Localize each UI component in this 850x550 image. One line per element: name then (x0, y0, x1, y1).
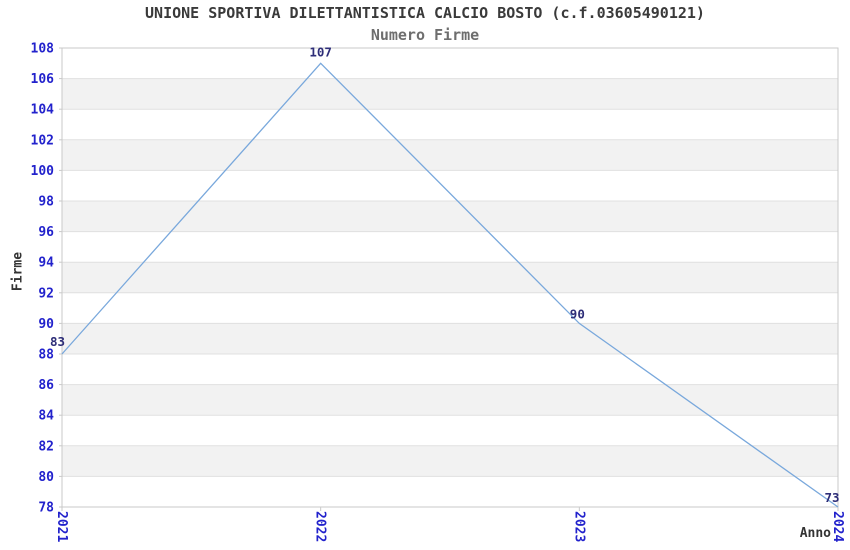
point-value-label: 83 (50, 334, 65, 349)
y-tick-label: 108 (31, 42, 55, 57)
plot-band (62, 78, 838, 110)
y-tick-label: 86 (38, 378, 54, 393)
x-tick-label: 2021 (54, 511, 69, 542)
y-tick-label: 90 (38, 317, 54, 332)
point-value-label: 107 (309, 44, 332, 59)
y-tick-label: 84 (38, 409, 54, 424)
y-tick-label: 100 (31, 164, 55, 179)
chart-page: { "header": { "title": "UNIONE SPORTIVA … (0, 0, 850, 550)
y-tick-label: 78 (38, 501, 54, 516)
y-tick-label: 94 (38, 256, 54, 271)
line-chart-plot: 78 80 82 84 86 88 90 92 94 96 98 100 102 104 106 108 202… (31, 42, 845, 543)
y-tick-label: 102 (31, 133, 54, 148)
x-tick-label: 2022 (313, 511, 328, 542)
y-tick-label: 80 (38, 470, 54, 485)
x-tick-label: 2023 (571, 511, 586, 542)
y-tick-label: 98 (38, 195, 54, 210)
plot-band (62, 384, 838, 416)
plot-band (62, 445, 838, 477)
x-tick-label: 2024 (830, 511, 845, 542)
y-tick-label: 104 (31, 103, 55, 118)
y-tick-label: 96 (38, 225, 54, 240)
plot-band (62, 139, 838, 171)
point-value-label: 73 (824, 490, 839, 505)
y-tick-label: 88 (38, 348, 54, 363)
plot-band (62, 262, 838, 293)
y-tick-label: 106 (31, 72, 55, 87)
y-tick-label: 82 (38, 439, 54, 454)
plot-band (62, 323, 838, 354)
y-tick-label: 92 (38, 286, 54, 301)
point-value-label: 90 (570, 306, 585, 321)
plot-band (62, 201, 838, 232)
